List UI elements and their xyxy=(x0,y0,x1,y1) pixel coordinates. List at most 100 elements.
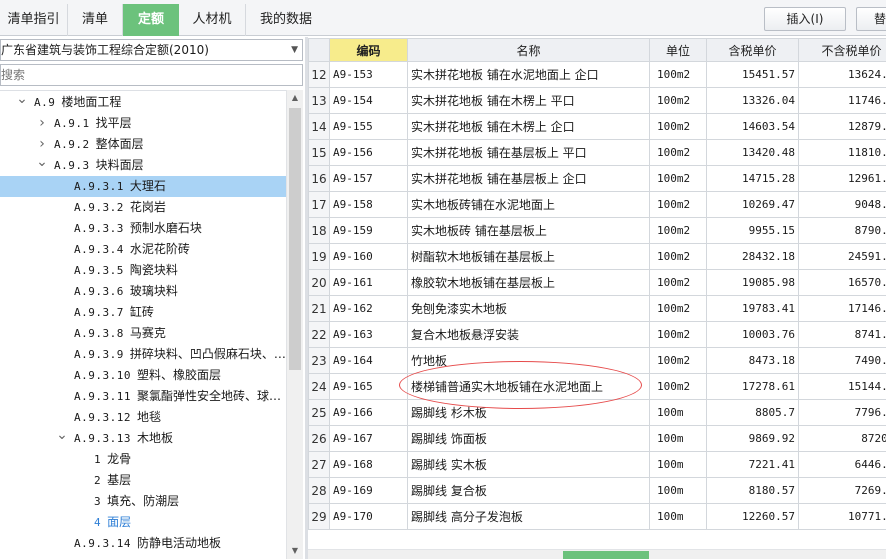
table-row[interactable]: 29A9-170踢脚线 高分子发泡板100m12260.5710771.62 xyxy=(308,503,886,530)
quota-code-cell[interactable]: A9-159 xyxy=(329,217,408,244)
quota-code-cell[interactable]: A9-162 xyxy=(329,295,408,322)
table-row[interactable]: 26A9-167踢脚线 饰面板100m9869.928720.4 xyxy=(308,425,886,452)
quota-unit-cell[interactable]: 100m2 xyxy=(649,321,707,348)
tree-item[interactable]: A.9.3.8 马赛克 xyxy=(0,323,286,344)
quota-name-cell[interactable]: 实木拼花地板 铺在基层板上 企口 xyxy=(407,165,650,192)
quota-unit-cell[interactable]: 100m2 xyxy=(649,243,707,270)
quota-code-cell[interactable]: A9-168 xyxy=(329,451,408,478)
notax-price-cell[interactable]: 12961.43 xyxy=(798,165,886,192)
notax-price-cell[interactable]: 8741.32 xyxy=(798,321,886,348)
quota-unit-cell[interactable]: 100m2 xyxy=(649,139,707,166)
notax-price-cell[interactable]: 24591.38 xyxy=(798,243,886,270)
tree-item[interactable]: 2 基层 xyxy=(0,470,286,491)
scroll-up-icon[interactable]: ▲ xyxy=(287,90,303,106)
quota-code-cell[interactable]: A9-160 xyxy=(329,243,408,270)
table-row[interactable]: 27A9-168踢脚线 实木板100m7221.416446.85 xyxy=(308,451,886,478)
col-header-code[interactable]: 编码 xyxy=(329,38,408,62)
tab-quota[interactable]: 定额 xyxy=(123,4,179,36)
row-number-cell[interactable]: 26 xyxy=(308,425,330,452)
tab-my-data[interactable]: 我的数据 xyxy=(246,4,326,36)
tree-item[interactable]: ⌄ A.9.3 块料面层 xyxy=(0,155,286,176)
notax-price-cell[interactable]: 8720.4 xyxy=(798,425,886,452)
tax-price-cell[interactable]: 7221.41 xyxy=(706,451,799,478)
quota-unit-cell[interactable]: 100m xyxy=(649,477,707,504)
tax-price-cell[interactable]: 13326.04 xyxy=(706,87,799,114)
quota-unit-cell[interactable]: 100m2 xyxy=(649,165,707,192)
row-number-cell[interactable]: 22 xyxy=(308,321,330,348)
quota-name-cell[interactable]: 免刨免漆实木地板 xyxy=(407,295,650,322)
quota-code-cell[interactable]: A9-167 xyxy=(329,425,408,452)
horizontal-scrollbar-thumb[interactable] xyxy=(563,551,649,559)
quota-name-cell[interactable]: 楼梯铺普通实木地板铺在水泥地面上 xyxy=(407,373,650,400)
row-number-cell[interactable]: 13 xyxy=(308,87,330,114)
table-row[interactable]: 15 A9-156 实木拼花地板 铺在基层板上 平口 100m2 13420.48 118… xyxy=(308,139,886,166)
notax-price-cell[interactable]: 16570.25 xyxy=(798,269,886,296)
quota-code-cell[interactable]: A9-153 xyxy=(329,61,408,88)
table-row[interactable]: 16 A9-157 实木拼花地板 铺在基层板上 企口 100m2 14715.28 129… xyxy=(308,165,886,192)
notax-price-cell[interactable]: 11810.57 xyxy=(798,139,886,166)
notax-price-cell[interactable]: 15144.87 xyxy=(798,373,886,400)
quota-unit-cell[interactable]: 100m2 xyxy=(649,87,707,114)
row-number-cell[interactable]: 28 xyxy=(308,477,330,504)
col-header-unit[interactable]: 单位 xyxy=(649,38,707,62)
tax-price-cell[interactable]: 10269.47 xyxy=(706,191,799,218)
scrollbar-thumb[interactable] xyxy=(289,108,301,370)
tree-item[interactable]: 1 龙骨 xyxy=(0,449,286,470)
row-number-cell[interactable]: 19 xyxy=(308,243,330,270)
notax-price-cell[interactable]: 11746.46 xyxy=(798,87,886,114)
tree-item[interactable]: › A.9.1 找平层 xyxy=(0,113,286,134)
notax-price-cell[interactable]: 9048.85 xyxy=(798,191,886,218)
tree-item[interactable]: 4 面层 xyxy=(0,512,286,533)
tree-item[interactable]: A.9.3.11 聚氯酯弹性安全地砖、球… xyxy=(0,386,286,407)
quota-name-cell[interactable]: 树酯软木地板铺在基层板上 xyxy=(407,243,650,270)
tree-item[interactable]: A.9.3.7 缸砖 xyxy=(0,302,286,323)
search-input[interactable] xyxy=(0,64,303,86)
tree-item[interactable]: A.9.3.4 水泥花阶砖 xyxy=(0,239,286,260)
tax-price-cell[interactable]: 8473.18 xyxy=(706,347,799,374)
table-row[interactable]: 23A9-164竹地板100m28473.187490.66 xyxy=(308,347,886,374)
chevron-down-icon[interactable]: ⌄ xyxy=(56,428,68,442)
row-number-cell[interactable]: 12 xyxy=(308,61,330,88)
row-number-cell[interactable]: 16 xyxy=(308,165,330,192)
table-row[interactable]: 22A9-163复合木地板悬浮安装100m210003.768741.32 xyxy=(308,321,886,348)
quota-name-cell[interactable]: 踢脚线 实木板 xyxy=(407,451,650,478)
row-number-cell[interactable]: 21 xyxy=(308,295,330,322)
insert-button[interactable]: 插入(I) xyxy=(764,7,846,31)
quota-code-cell[interactable]: A9-165 xyxy=(329,373,408,400)
notax-price-cell[interactable]: 13624.68 xyxy=(798,61,886,88)
col-header-notax-price[interactable]: 不含税单价 xyxy=(798,38,886,62)
tax-price-cell[interactable]: 12260.57 xyxy=(706,503,799,530)
tax-price-cell[interactable]: 28432.18 xyxy=(706,243,799,270)
replace-button[interactable]: 替换 xyxy=(856,7,886,31)
quota-name-cell[interactable]: 踢脚线 杉木板 xyxy=(407,399,650,426)
quota-unit-cell[interactable]: 100m2 xyxy=(649,373,707,400)
quota-name-cell[interactable]: 踢脚线 复合板 xyxy=(407,477,650,504)
row-number-cell[interactable]: 18 xyxy=(308,217,330,244)
tax-price-cell[interactable]: 9869.92 xyxy=(706,425,799,452)
tree-item[interactable]: A.9.3.3 预制水磨石块 xyxy=(0,218,286,239)
tax-price-cell[interactable]: 19085.98 xyxy=(706,269,799,296)
tree-item[interactable]: A.9.3.9 拼碎块料、凹凸假麻石块、… xyxy=(0,344,286,365)
tab-list-guide[interactable]: 清单指引 xyxy=(0,4,68,36)
tree-item[interactable]: A.9.3.2 花岗岩 xyxy=(0,197,286,218)
chevron-right-icon[interactable]: › xyxy=(36,113,48,134)
quota-unit-cell[interactable]: 100m2 xyxy=(649,61,707,88)
tree-item[interactable]: A.9.3.10 塑料、橡胶面层 xyxy=(0,365,286,386)
table-row[interactable]: 25A9-166踢脚线 杉木板100m8805.77796.18 xyxy=(308,399,886,426)
row-number-cell[interactable]: 25 xyxy=(308,399,330,426)
notax-price-cell[interactable]: 7269.96 xyxy=(798,477,886,504)
table-row[interactable]: 24 A9-165 楼梯铺普通实木地板铺在水泥地面上 100m2 17278.61 151… xyxy=(308,373,886,400)
tax-price-cell[interactable]: 19783.41 xyxy=(706,295,799,322)
table-row[interactable]: 14 A9-155 实木拼花地板 铺在木楞上 企口 100m2 14603.54 1287… xyxy=(308,113,886,140)
table-row[interactable]: 18A9-159实木地板砖 铺在基层板上100m29955.158790.42 xyxy=(308,217,886,244)
quota-code-cell[interactable]: A9-156 xyxy=(329,139,408,166)
quota-unit-cell[interactable]: 100m2 xyxy=(649,217,707,244)
tree-item[interactable]: A.9.3.1 大理石 xyxy=(0,176,286,197)
quota-name-cell[interactable]: 踢脚线 高分子发泡板 xyxy=(407,503,650,530)
tax-price-cell[interactable]: 15451.57 xyxy=(706,61,799,88)
tree-item[interactable]: A.9.3.12 地毯 xyxy=(0,407,286,428)
quota-code-cell[interactable]: A9-170 xyxy=(329,503,408,530)
tax-price-cell[interactable]: 8805.7 xyxy=(706,399,799,426)
tab-bill[interactable]: 清单 xyxy=(68,4,123,36)
quota-name-cell[interactable]: 复合木地板悬浮安装 xyxy=(407,321,650,348)
